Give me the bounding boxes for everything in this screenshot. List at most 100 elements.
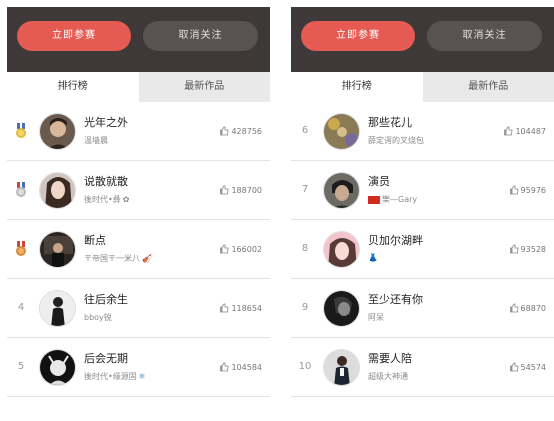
list-item[interactable]: 10 需要人陪 超级大神通 54574 [291,338,554,397]
flower-icon: ✿ [122,195,130,204]
leaderboard-panel-right: 立即参赛 取消关注 排行榜 最新作品 6 那些花儿 薛定谔的叉烧包 104487… [291,7,554,397]
score: 93528 [509,244,546,254]
song-title: 断点 [84,234,106,247]
list-item[interactable]: 9 至少还有你 阿呆 68870 [291,279,554,338]
like-icon [220,362,229,372]
avatar[interactable] [39,113,76,150]
list-item[interactable]: 6 那些花儿 薛定谔的叉烧包 104487 [291,102,554,161]
avatar[interactable] [323,290,360,327]
list-item[interactable]: 5 后会无期 後时代•缘源固 ❄ 104584 [7,338,270,397]
score: 104487 [504,126,546,136]
like-icon [220,126,229,136]
rank-number: 8 [301,243,309,254]
like-icon [220,303,229,313]
tab-bar: 排行榜 最新作品 [291,72,554,102]
leaderboard-panel-left: 立即参赛 取消关注 排行榜 最新作品 光年之外 温墙晨 428756 说散就散 … [7,7,270,397]
singer-name: bboy锐 [84,313,112,322]
tab-bar: 排行榜 最新作品 [7,72,270,102]
bronze-medal-icon [16,241,26,256]
rank-number: 5 [17,361,25,372]
like-icon [509,303,518,313]
action-bar: 立即参赛 取消关注 [7,7,270,72]
singer-name-text: 樂—Gary [382,195,418,204]
china-flag-icon [368,195,380,204]
song-title: 演员 [368,175,390,188]
tab-latest-works[interactable]: 最新作品 [422,72,554,102]
rank-number: 10 [298,361,312,372]
score: 54574 [509,362,546,372]
list-item[interactable]: 说散就散 後时代•彝 ✿ 188700 [7,161,270,220]
score-value: 68870 [520,303,546,313]
join-contest-button[interactable]: 立即参赛 [301,21,415,51]
rank-number: 4 [17,302,25,313]
singer-name: 〒帝国〒一米八 🎻 [84,253,152,264]
score: 104584 [220,362,262,372]
tab-latest-works[interactable]: 最新作品 [138,72,270,102]
score: 166002 [220,244,262,254]
song-title: 后会无期 [84,352,128,365]
like-icon [509,244,518,254]
singer-name: 後时代•缘源固 ❄ [84,371,145,382]
tab-leaderboard[interactable]: 排行榜 [7,72,139,102]
unfollow-button[interactable]: 取消关注 [427,21,542,51]
avatar[interactable] [39,349,76,386]
singer-name: 後时代•彝 ✿ [84,194,129,205]
score: 68870 [509,303,546,313]
score: 428756 [220,126,262,136]
like-icon [220,244,229,254]
score-value: 166002 [231,244,262,254]
score-value: 93528 [520,244,546,254]
singer-name: 阿呆 [368,313,384,322]
score: 118654 [220,303,262,313]
list-item[interactable]: 4 往后余生 bboy锐 118654 [7,279,270,338]
song-title: 那些花儿 [368,116,412,129]
unfollow-button[interactable]: 取消关注 [143,21,258,51]
tab-leaderboard[interactable]: 排行榜 [291,72,423,102]
score: 188700 [220,185,262,195]
ranking-list: 光年之外 温墙晨 428756 说散就散 後时代•彝 ✿ 188700 断点 〒… [7,102,270,397]
avatar[interactable] [39,231,76,268]
score-value: 54574 [520,362,546,372]
singer-name: 薛定谔的叉烧包 [368,136,424,145]
singer-name: 超级大神通 [368,372,408,381]
list-item[interactable]: 7 演员 樂—Gary 95976 [291,161,554,220]
song-title: 至少还有你 [368,293,423,306]
list-item[interactable]: 断点 〒帝国〒一米八 🎻 166002 [7,220,270,279]
like-icon [509,185,518,195]
song-title: 需要人陪 [368,352,412,365]
score: 95976 [509,185,546,195]
score-value: 188700 [231,185,262,195]
list-item[interactable]: 8 贝加尔湖畔 👗 93528 [291,220,554,279]
rank-number: 9 [301,302,309,313]
score-value: 104584 [231,362,262,372]
like-icon [220,185,229,195]
list-item[interactable]: 光年之外 温墙晨 428756 [7,102,270,161]
avatar[interactable] [323,113,360,150]
song-title: 往后余生 [84,293,128,306]
gold-medal-icon [16,123,26,138]
song-title: 光年之外 [84,116,128,129]
avatar[interactable] [39,172,76,209]
rank-number: 7 [301,184,309,195]
action-bar: 立即参赛 取消关注 [291,7,554,72]
song-title: 贝加尔湖畔 [368,234,423,247]
singer-name: 温墙晨 [84,136,108,145]
rank-number: 6 [301,125,309,136]
singer-name-text: 後时代•彝 [84,195,121,204]
avatar[interactable] [323,349,360,386]
singer-name: 樂—Gary [368,194,417,205]
avatar[interactable] [323,172,360,209]
join-contest-button[interactable]: 立即参赛 [17,21,131,51]
song-title: 说散就散 [84,175,128,188]
singer-name-text: 後时代•缘源固 [84,372,137,381]
score-value: 118654 [231,303,262,313]
silver-medal-icon [16,182,26,197]
like-icon [504,126,513,136]
singer-name-text: 〒帝国〒一米八 [84,254,140,263]
avatar[interactable] [323,231,360,268]
score-value: 95976 [520,185,546,195]
violin-icon: 🎻 [142,254,152,263]
score-value: 104487 [515,126,546,136]
avatar[interactable] [39,290,76,327]
singer-name: 👗 [368,253,378,262]
